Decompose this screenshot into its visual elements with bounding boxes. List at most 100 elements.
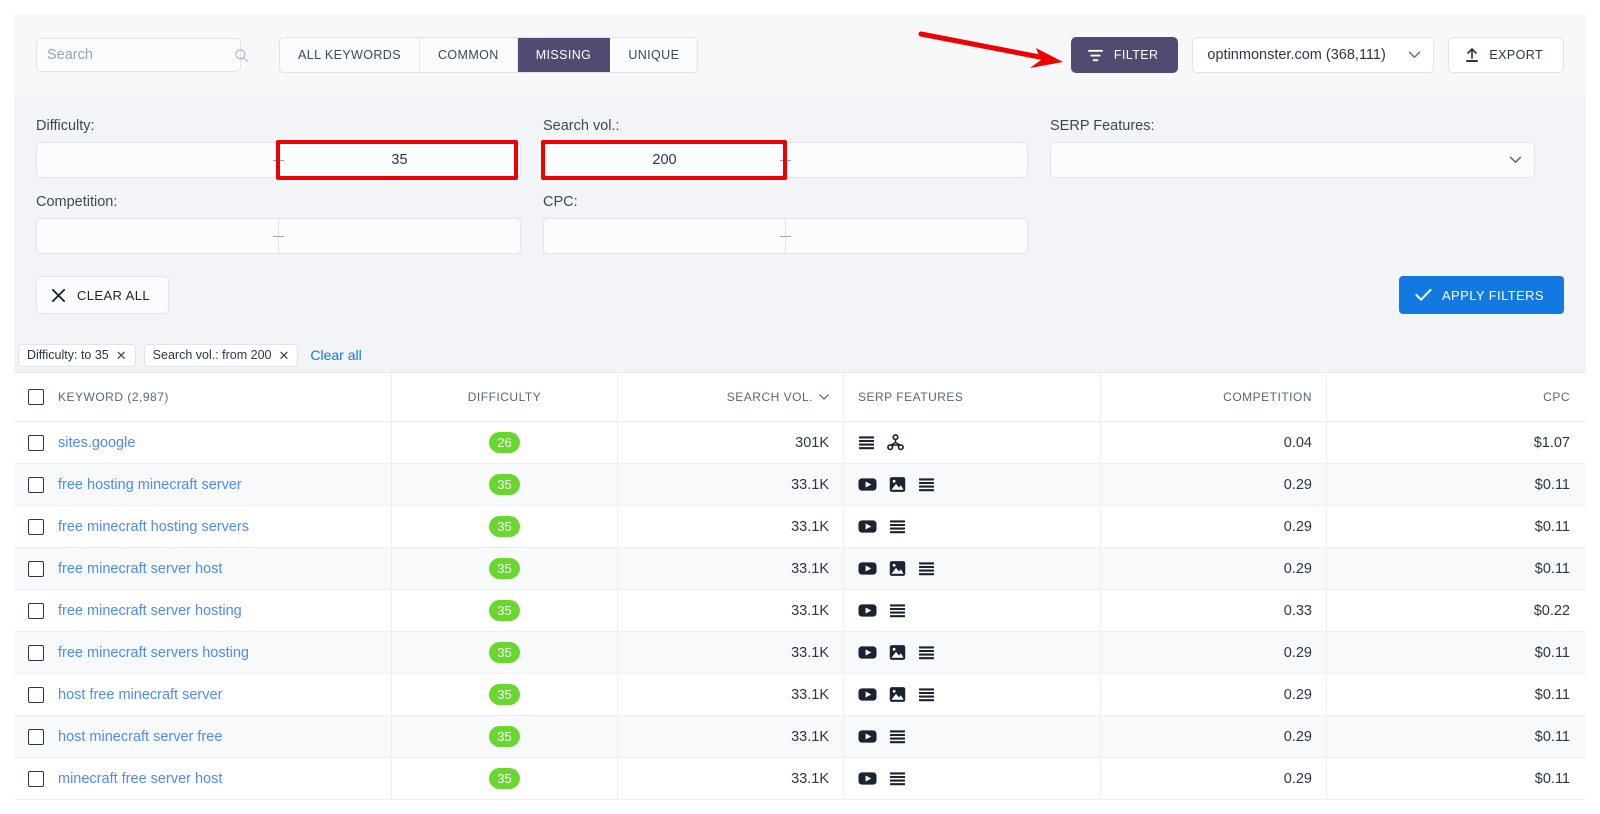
remove-chip-icon[interactable]: ✕ (116, 349, 127, 362)
keyword-link[interactable]: free minecraft server hosting (58, 603, 242, 619)
keyword-link[interactable]: free minecraft hosting servers (58, 519, 249, 535)
keyword-gap-page: ALL KEYWORDS COMMON MISSING UNIQUE FILTE… (0, 0, 1600, 814)
keyword-link[interactable]: host free minecraft server (58, 687, 222, 703)
tab-all-keywords[interactable]: ALL KEYWORDS (280, 38, 420, 72)
table-row[interactable]: free minecraft servers hosting 35 33.1K 0.2… (14, 632, 1586, 674)
sitelinks-icon[interactable] (889, 518, 906, 535)
competition-from-input[interactable] (37, 219, 278, 253)
header-difficulty[interactable]: DIFFICULTY (392, 373, 618, 421)
search-vol-from-input[interactable] (544, 143, 785, 177)
difficulty-range[interactable] (36, 142, 521, 178)
range-separator (780, 219, 791, 253)
video-icon[interactable] (858, 770, 877, 787)
keyword-link[interactable]: host minecraft server free (58, 729, 222, 745)
keywords-table: KEYWORD (2,987) DIFFICULTY SEARCH VOL. S… (14, 372, 1586, 800)
difficulty-to-input[interactable] (279, 143, 520, 177)
cell-difficulty: 35 (392, 464, 618, 505)
video-icon[interactable] (858, 476, 877, 493)
row-checkbox[interactable] (28, 686, 44, 703)
video-icon[interactable] (858, 602, 877, 619)
cell-serp-features (844, 422, 1101, 463)
header-search-vol[interactable]: SEARCH VOL. (618, 373, 844, 421)
filter-competition: Competition: (36, 194, 521, 254)
table-row[interactable]: host minecraft server free 35 33.1K 0.29 $0.… (14, 716, 1586, 758)
video-icon[interactable] (858, 560, 877, 577)
video-icon[interactable] (858, 728, 877, 745)
sitelinks-icon[interactable] (918, 686, 935, 703)
serp-features-select[interactable] (1050, 142, 1535, 178)
apply-filters-button[interactable]: APPLY FILTERS (1398, 276, 1564, 314)
search-input[interactable] (47, 47, 234, 63)
table-row[interactable]: host free minecraft server 35 33.1K 0.29 $0.… (14, 674, 1586, 716)
related-searches-icon[interactable] (887, 434, 904, 451)
table-row[interactable]: sites.google 26 301K 0.04 $1.07 (14, 422, 1586, 464)
table-row[interactable]: free minecraft hosting servers 35 33.1K 0.2… (14, 506, 1586, 548)
difficulty-badge: 26 (489, 432, 520, 453)
remove-chip-icon[interactable]: ✕ (278, 349, 289, 362)
image-icon[interactable] (889, 686, 906, 703)
row-checkbox[interactable] (28, 602, 44, 619)
video-icon[interactable] (858, 644, 877, 661)
cpc-label: CPC: (543, 194, 578, 210)
cpc-range[interactable] (543, 218, 1028, 254)
cell-difficulty: 26 (392, 422, 618, 463)
table-row[interactable]: minecraft free server host 35 33.1K 0.29 $0.… (14, 758, 1586, 800)
filter-button[interactable]: FILTER (1070, 37, 1179, 73)
cell-search-vol: 33.1K (618, 548, 844, 589)
difficulty-badge: 35 (489, 726, 520, 747)
row-checkbox[interactable] (28, 560, 44, 577)
sitelinks-icon[interactable] (918, 476, 935, 493)
keyword-link[interactable]: free minecraft server host (58, 561, 222, 577)
keyword-link[interactable]: minecraft free server host (58, 771, 222, 787)
video-icon[interactable] (858, 518, 877, 535)
clear-all-chips-link[interactable]: Clear all (310, 347, 361, 363)
header-competition[interactable]: COMPETITION (1101, 373, 1327, 421)
sitelinks-icon[interactable] (889, 602, 906, 619)
export-button[interactable]: EXPORT (1448, 37, 1564, 73)
clear-all-button[interactable]: CLEAR ALL (36, 276, 169, 314)
sitelinks-icon[interactable] (858, 434, 875, 451)
image-icon[interactable] (889, 476, 906, 493)
keyword-link[interactable]: sites.google (58, 435, 135, 451)
filter-chip-difficulty[interactable]: Difficulty: to 35 ✕ (18, 343, 136, 367)
sitelinks-icon[interactable] (889, 770, 906, 787)
upload-icon (1466, 47, 1479, 62)
filter-chip-search-vol[interactable]: Search vol.: from 200 ✕ (143, 343, 299, 367)
competition-range[interactable] (36, 218, 521, 254)
keyword-link[interactable]: free hosting minecraft server (58, 477, 242, 493)
site-selector[interactable]: optinmonster.com (368,111) (1192, 37, 1435, 73)
table-row[interactable]: free minecraft server host 35 33.1K 0.29 $0.… (14, 548, 1586, 590)
row-checkbox[interactable] (28, 644, 44, 661)
search-input-wrapper[interactable] (36, 38, 249, 72)
search-vol-to-input[interactable] (786, 143, 1027, 177)
image-icon[interactable] (889, 560, 906, 577)
table-row[interactable]: free minecraft server hosting 35 33.1K 0.33… (14, 590, 1586, 632)
cpc-value: $0.11 (1534, 686, 1570, 703)
cpc-to-input[interactable] (786, 219, 1027, 253)
competition-label: Competition: (36, 194, 118, 210)
sitelinks-icon[interactable] (918, 644, 935, 661)
site-selector-value: optinmonster.com (368,111) (1207, 47, 1386, 63)
tab-unique[interactable]: UNIQUE (610, 38, 698, 72)
cell-difficulty: 35 (392, 716, 618, 757)
search-vol-range[interactable] (543, 142, 1028, 178)
header-cpc[interactable]: CPC (1327, 373, 1584, 421)
sitelinks-icon[interactable] (889, 728, 906, 745)
difficulty-from-input[interactable] (37, 143, 278, 177)
row-checkbox[interactable] (28, 728, 44, 745)
tab-common[interactable]: COMMON (419, 38, 518, 72)
image-icon[interactable] (889, 644, 906, 661)
competition-to-input[interactable] (279, 219, 520, 253)
table-row[interactable]: free hosting minecraft server 35 33.1K 0.29… (14, 464, 1586, 506)
row-checkbox[interactable] (28, 476, 44, 493)
row-checkbox[interactable] (28, 770, 44, 787)
select-all-checkbox[interactable] (28, 389, 44, 405)
sitelinks-icon[interactable] (918, 560, 935, 577)
row-checkbox[interactable] (28, 518, 44, 535)
video-icon[interactable] (858, 686, 877, 703)
cpc-from-input[interactable] (544, 219, 785, 253)
search-icon (235, 48, 249, 62)
keyword-link[interactable]: free minecraft servers hosting (58, 645, 249, 661)
row-checkbox[interactable] (28, 434, 44, 451)
tab-missing[interactable]: MISSING (517, 38, 611, 72)
